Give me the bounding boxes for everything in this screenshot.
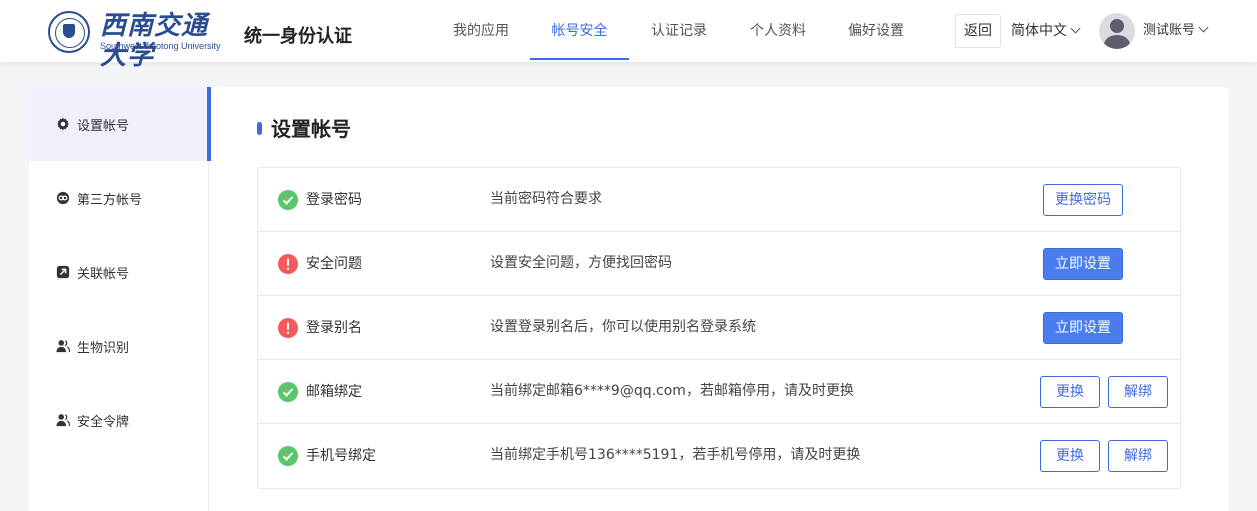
sidebar: 设置帐号 第三方帐号 关联帐号 生物识别 安全令牌 xyxy=(29,87,211,511)
row-description: 设置登录别名后，你可以使用别名登录系统 xyxy=(490,319,756,335)
page-title: 设置帐号 xyxy=(271,117,351,141)
check-circle-icon xyxy=(278,446,298,466)
row-label: 手机号绑定 xyxy=(306,448,376,464)
nav-preferences[interactable]: 偏好设置 xyxy=(846,0,906,62)
related-account-icon xyxy=(56,265,70,279)
sidebar-item-label: 设置帐号 xyxy=(77,118,130,134)
change-email-button[interactable]: 更换 xyxy=(1040,376,1100,408)
change-phone-button[interactable]: 更换 xyxy=(1040,440,1100,472)
set-security-question-button[interactable]: 立即设置 xyxy=(1043,248,1123,280)
nav-account-security[interactable]: 帐号安全 xyxy=(530,0,629,62)
row-description: 当前绑定邮箱6****9@qq.com，若邮箱停用，请及时更换 xyxy=(490,383,854,399)
language-select[interactable]: 简体中文 xyxy=(1011,20,1081,42)
set-login-alias-button[interactable]: 立即设置 xyxy=(1043,312,1123,344)
sidebar-item-label: 生物识别 xyxy=(77,340,130,356)
sidebar-item-biometrics[interactable]: 生物识别 xyxy=(29,309,209,383)
sidebar-item-third-party[interactable]: 第三方帐号 xyxy=(29,161,209,235)
language-label: 简体中文 xyxy=(1011,23,1067,39)
check-circle-icon xyxy=(278,382,298,402)
app-title: 统一身份认证 xyxy=(244,26,352,47)
sidebar-item-label: 第三方帐号 xyxy=(77,192,143,208)
title-accent-bar xyxy=(257,122,262,135)
link-icon xyxy=(56,191,70,205)
table-row: 登录密码 当前密码符合要求 更换密码 xyxy=(258,168,1180,232)
table-row: 登录别名 设置登录别名后，你可以使用别名登录系统 立即设置 xyxy=(258,296,1180,360)
user-icon xyxy=(56,414,70,427)
university-logo[interactable]: 西南交通大学 Southwest Jiaotong University xyxy=(48,11,224,71)
sidebar-item-linked-accounts[interactable]: 关联帐号 xyxy=(29,235,209,309)
table-row: 手机号绑定 当前绑定手机号136****5191，若手机号停用，请及时更换 更换… xyxy=(258,424,1180,488)
exclamation-circle-icon xyxy=(278,318,298,338)
username: 测试账号 xyxy=(1143,23,1196,38)
university-seal-icon xyxy=(48,11,90,53)
exclamation-circle-icon xyxy=(278,254,298,274)
row-description: 当前绑定手机号136****5191，若手机号停用，请及时更换 xyxy=(490,447,861,463)
nav-my-apps[interactable]: 我的应用 xyxy=(451,0,511,62)
sidebar-item-security-token[interactable]: 安全令牌 xyxy=(29,383,209,457)
row-description: 当前密码符合要求 xyxy=(490,191,602,207)
row-label: 登录密码 xyxy=(306,192,362,208)
sidebar-item-label: 安全令牌 xyxy=(77,414,130,430)
content-card: 设置帐号 第三方帐号 关联帐号 生物识别 安全令牌 设置帐号 登录密码 当前密码… xyxy=(29,87,1229,511)
sidebar-item-account-settings[interactable]: 设置帐号 xyxy=(29,87,211,161)
sidebar-item-label: 关联帐号 xyxy=(77,266,130,282)
avatar[interactable] xyxy=(1099,13,1135,49)
row-label: 邮箱绑定 xyxy=(306,384,362,400)
nav-auth-records[interactable]: 认证记录 xyxy=(649,0,709,62)
nav-personal-profile[interactable]: 个人资料 xyxy=(748,0,808,62)
gear-icon xyxy=(57,117,69,131)
chevron-down-icon xyxy=(1070,23,1081,34)
top-header: 西南交通大学 Southwest Jiaotong University 统一身… xyxy=(0,0,1257,71)
table-row: 安全问题 设置安全问题，方便找回密码 立即设置 xyxy=(258,232,1180,296)
user-icon xyxy=(56,340,70,353)
change-password-button[interactable]: 更换密码 xyxy=(1043,184,1123,216)
table-row: 邮箱绑定 当前绑定邮箱6****9@qq.com，若邮箱停用，请及时更换 更换 … xyxy=(258,360,1180,424)
back-button[interactable]: 返回 xyxy=(955,14,1001,48)
logo-english-name: Southwest Jiaotong University xyxy=(100,41,221,51)
row-description: 设置安全问题，方便找回密码 xyxy=(490,255,672,271)
row-label: 登录别名 xyxy=(306,320,362,336)
security-settings-table: 登录密码 当前密码符合要求 更换密码 安全问题 设置安全问题，方便找回密码 立即… xyxy=(257,167,1181,489)
check-circle-icon xyxy=(278,190,298,210)
user-menu[interactable]: 测试账号 xyxy=(1143,20,1209,42)
unbind-phone-button[interactable]: 解绑 xyxy=(1108,440,1168,472)
row-label: 安全问题 xyxy=(306,256,362,272)
unbind-email-button[interactable]: 解绑 xyxy=(1108,376,1168,408)
chevron-down-icon xyxy=(1198,22,1209,33)
